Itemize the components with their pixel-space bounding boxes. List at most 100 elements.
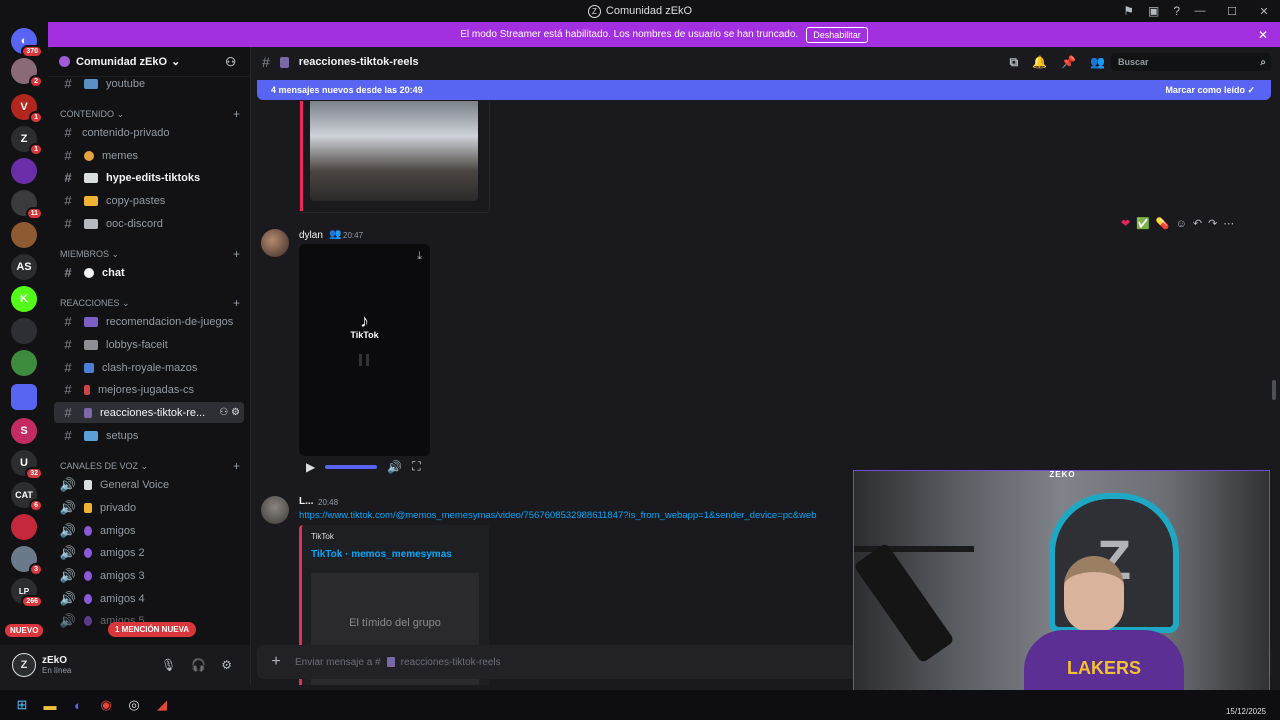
invite-icon[interactable]: ⚇ <box>219 407 228 418</box>
server-icon[interactable] <box>11 350 37 376</box>
gear-icon[interactable]: ⚙ <box>221 658 232 672</box>
category-miembros[interactable]: MIEMBROS ⌄ + <box>60 246 240 262</box>
pin-icon[interactable]: 📌 <box>1061 55 1076 70</box>
channel-clash-royale-mazos[interactable]: # clash-royale-mazos <box>54 357 244 378</box>
windows-start-icon[interactable]: ⊞ <box>8 691 36 719</box>
server-icon[interactable]: 3 <box>11 546 43 576</box>
chrome-icon[interactable]: ◉ <box>92 691 120 719</box>
channel-copy-pastes[interactable]: # copy-pastes <box>54 190 244 211</box>
add-channel-icon[interactable]: + <box>233 107 240 121</box>
server-icon[interactable]: V1 <box>11 94 43 124</box>
message-timestamp: 20:48 <box>318 498 339 507</box>
new-messages-bar[interactable]: 4 mensajes nuevos desde las 20:49 Marcar… <box>257 80 1271 100</box>
direct-messages-button[interactable]: ◐ 370 <box>11 28 43 58</box>
video-attachment[interactable]: ⤓ ♪ TikTok <box>299 244 430 456</box>
app-icon[interactable]: ◢ <box>148 691 176 719</box>
server-icon[interactable] <box>11 222 37 248</box>
threads-icon[interactable]: ⧉ <box>1010 55 1019 70</box>
monitor-icon[interactable]: ▣ <box>1148 4 1159 18</box>
voice-channel-amigos[interactable]: 🔊 amigos <box>54 520 244 541</box>
pill-reaction-icon[interactable]: 💊 <box>1156 217 1170 230</box>
members-icon[interactable]: 👥 <box>1090 55 1105 70</box>
server-folder-icon[interactable] <box>11 384 37 410</box>
add-attachment-icon[interactable]: + <box>257 653 295 671</box>
server-icon[interactable]: S <box>11 418 37 444</box>
channel-hype-edits-tiktoks[interactable]: # hype-edits-tiktoks <box>54 167 244 188</box>
reply-icon[interactable]: ↶ <box>1193 217 1202 230</box>
channel-chat[interactable]: # chat <box>54 262 244 283</box>
new-badge[interactable]: NUEVO <box>5 624 44 637</box>
mark-as-read-button[interactable]: Marcar como leído ✓ <box>1165 85 1255 96</box>
channel-lobbys-faceit[interactable]: # lobbys-faceit <box>54 334 244 355</box>
server-icon[interactable] <box>11 514 37 540</box>
headphones-icon[interactable]: 🎧 <box>191 658 206 672</box>
server-icon[interactable]: AS <box>11 254 37 280</box>
gear-icon[interactable]: ⚙ <box>231 407 240 418</box>
message-author[interactable]: dylan <box>299 230 323 241</box>
voice-channel-privado[interactable]: 🔊 privado <box>54 497 244 518</box>
embed-image-thumbnail[interactable] <box>310 101 478 201</box>
server-icon[interactable]: LP 266 <box>11 578 43 608</box>
server-icon[interactable]: CAT 6 <box>11 482 43 512</box>
server-icon[interactable] <box>11 318 37 344</box>
obs-icon[interactable]: ◎ <box>120 691 148 719</box>
forward-icon[interactable]: ↷ <box>1208 217 1217 230</box>
heart-reaction-icon[interactable]: ❤ <box>1121 217 1130 230</box>
channel-mejores-jugadas-cs[interactable]: # mejores-jugadas-cs <box>54 379 244 400</box>
avatar[interactable] <box>261 229 289 257</box>
channel-reacciones-tiktok-reels[interactable]: # reacciones-tiktok-re... ⚇ ⚙ <box>54 402 244 423</box>
add-reaction-icon[interactable]: ☺ <box>1176 218 1187 230</box>
channel-ooc-discord[interactable]: # ooc-discord <box>54 213 244 234</box>
channel-youtube[interactable]: # youtube <box>54 73 244 94</box>
voice-channel-amigos-3[interactable]: 🔊 amigos 3 <box>54 565 244 586</box>
channel-setups[interactable]: # setups <box>54 425 244 446</box>
microphone-icon[interactable]: 🎙 <box>161 658 176 672</box>
close-banner-icon[interactable]: ✕ <box>1258 28 1268 42</box>
fullscreen-icon[interactable]: ⛶ <box>412 459 420 474</box>
server-icon[interactable]: U 32 <box>11 450 43 480</box>
download-icon[interactable]: ⤓ <box>417 250 422 263</box>
discord-taskbar-icon[interactable]: ◐ <box>64 691 92 719</box>
message-author[interactable]: L... <box>299 496 313 507</box>
play-icon[interactable]: ▶ <box>306 460 315 474</box>
voice-channel-amigos-4[interactable]: 🔊 amigos 4 <box>54 588 244 609</box>
bell-icon[interactable]: 🔔 <box>1032 55 1047 70</box>
more-options-icon[interactable]: ⋯ <box>1223 217 1234 230</box>
invite-icon[interactable]: ⚇ <box>225 55 236 69</box>
embed-title[interactable]: TikTok · memos_memesymas <box>311 549 452 560</box>
add-channel-icon[interactable]: + <box>233 459 240 473</box>
server-icon[interactable] <box>11 158 37 184</box>
scrollbar[interactable] <box>1272 380 1276 400</box>
flag-icon[interactable]: ⚑ <box>1123 4 1134 18</box>
check-reaction-icon[interactable]: ✅ <box>1136 217 1150 230</box>
server-icon-active[interactable]: Z1 <box>11 126 43 156</box>
channel-memes[interactable]: # memes <box>54 145 244 166</box>
folder-icon[interactable]: ▬ <box>36 691 64 719</box>
video-progress-bar[interactable] <box>325 464 378 469</box>
server-icon[interactable]: 11 <box>11 190 43 220</box>
channel-actions[interactable]: ⚇ ⚙ <box>219 407 240 418</box>
user-avatar[interactable]: Z <box>12 653 36 677</box>
message-link[interactable]: https://www.tiktok.com/@memos_memesymas/… <box>299 510 854 521</box>
new-mention-pill[interactable]: 1 MENCIÓN NUEVA <box>108 622 197 637</box>
close-window-button[interactable]: ✕ <box>1248 5 1280 18</box>
help-icon[interactable]: ? <box>1173 4 1180 18</box>
minimize-button[interactable]: — <box>1184 5 1216 17</box>
category-canales-de-voz[interactable]: CANALES DE VOZ ⌄ + <box>60 458 240 474</box>
maximize-button[interactable]: ☐ <box>1216 5 1248 18</box>
search-input[interactable]: Buscar ⌕ <box>1111 53 1271 71</box>
chevron-down-icon: ⌄ <box>122 297 130 308</box>
server-icon[interactable]: 2 <box>11 58 43 88</box>
server-icon[interactable]: K <box>11 286 37 312</box>
category-reacciones[interactable]: REACCIONES ⌄ + <box>60 295 240 311</box>
voice-channel-amigos-2[interactable]: 🔊 amigos 2 <box>54 542 244 563</box>
category-contenido[interactable]: CONTENIDO ⌄ + <box>60 106 240 122</box>
add-channel-icon[interactable]: + <box>233 247 240 261</box>
channel-recomendacion-de-juegos[interactable]: # recomendacion-de-juegos <box>54 311 244 332</box>
volume-icon[interactable]: 🔊 <box>387 460 402 474</box>
avatar[interactable] <box>261 496 289 524</box>
disable-streamer-button[interactable]: Deshabilitar <box>806 26 868 43</box>
channel-contenido-privado[interactable]: # contenido-privado <box>54 122 244 143</box>
add-channel-icon[interactable]: + <box>233 296 240 310</box>
voice-channel-general[interactable]: 🔊 General Voice <box>54 474 244 495</box>
